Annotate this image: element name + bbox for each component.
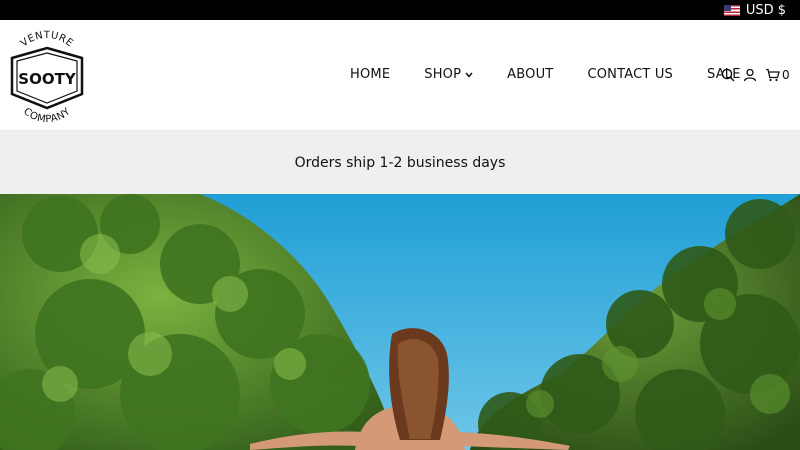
hero-banner [0, 194, 800, 450]
header-icons: 0 [721, 68, 790, 82]
chevron-down-icon [465, 72, 473, 78]
site-header: VENTURE SOOTY COMPANY HOME SHOP ABOUT CO… [0, 20, 800, 131]
cart-icon [766, 68, 780, 82]
nav-shop[interactable]: SHOP [424, 67, 473, 82]
nav-shop-label: SHOP [424, 67, 462, 82]
cart-count: 0 [782, 68, 790, 82]
nav-contact-us[interactable]: CONTACT US [587, 67, 673, 82]
nav-about[interactable]: ABOUT [507, 67, 553, 82]
cart-button[interactable]: 0 [765, 68, 790, 82]
currency-selector[interactable]: USD $ [723, 2, 786, 18]
announcement-bar: Orders ship 1-2 business days [0, 131, 800, 194]
hero-image [0, 194, 800, 450]
announcement-text: Orders ship 1-2 business days [294, 154, 506, 171]
search-icon[interactable] [721, 68, 735, 82]
main-nav: HOME SHOP ABOUT CONTACT US SALE [350, 67, 741, 82]
top-bar: USD $ [0, 0, 800, 20]
site-logo[interactable]: VENTURE SOOTY COMPANY [6, 28, 88, 125]
logo-main-text: SOOTY [18, 70, 77, 88]
logo-mark: VENTURE SOOTY COMPANY [10, 30, 84, 125]
logo-top-text: VENTURE [19, 30, 75, 49]
currency-label: USD $ [745, 2, 786, 18]
nav-home[interactable]: HOME [350, 67, 390, 82]
user-icon[interactable] [743, 68, 757, 82]
us-flag-icon [723, 4, 740, 16]
